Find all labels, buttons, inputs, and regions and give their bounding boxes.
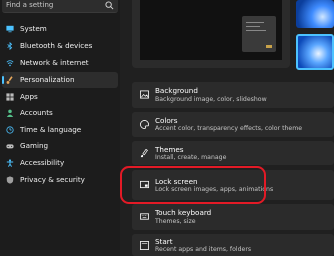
gamepad-icon	[6, 144, 14, 149]
sidebar-item-gaming[interactable]: Gaming	[2, 138, 118, 154]
setting-touch-keyboard[interactable]: Touch keyboard Themes, size	[132, 204, 334, 230]
apps-icon	[6, 93, 14, 101]
background-thumbnail-selected[interactable]	[296, 34, 334, 70]
sidebar-item-label: Network & internet	[20, 58, 89, 67]
brush-icon	[140, 149, 148, 158]
sidebar-item-system[interactable]: System	[2, 21, 118, 37]
sidebar-item-label: Time & language	[20, 125, 82, 134]
preview-window	[242, 16, 276, 52]
sidebar-item-label: System	[20, 24, 47, 33]
sidebar-item-label: Bluetooth & devices	[20, 41, 93, 50]
keyboard-icon	[140, 213, 149, 220]
bluetooth-icon	[7, 42, 13, 50]
image-icon	[140, 90, 149, 99]
sidebar-item-time-language[interactable]: Time & language	[2, 122, 118, 138]
clock-globe-icon	[6, 126, 14, 134]
setting-colors[interactable]: Colors Accent color, transparency effect…	[132, 112, 334, 137]
person-icon	[6, 109, 14, 117]
sidebar-item-network[interactable]: Network & internet	[2, 55, 118, 71]
sidebar-item-label: Gaming	[20, 141, 49, 150]
search-input[interactable]: Find a setting	[2, 0, 118, 13]
wifi-icon	[6, 60, 14, 67]
setting-background[interactable]: Background Background image, color, slid…	[132, 82, 334, 108]
search-icon	[105, 1, 114, 10]
sidebar: Find a setting System Bluetooth & device…	[0, 0, 120, 250]
lock-screen-highlight-annotation	[120, 166, 266, 204]
setting-title: Start	[155, 237, 173, 246]
sidebar-item-bluetooth[interactable]: Bluetooth & devices	[2, 38, 118, 54]
sidebar-item-label: Accessibility	[20, 158, 65, 167]
monitor-icon	[6, 25, 14, 33]
setting-title: Background	[155, 86, 198, 95]
sidebar-item-label: Privacy & security	[20, 175, 85, 184]
setting-title: Touch keyboard	[155, 208, 212, 217]
sidebar-item-apps[interactable]: Apps	[2, 89, 118, 105]
accessibility-icon	[6, 159, 14, 167]
setting-subtitle: Background image, color, slideshow	[155, 96, 267, 103]
sidebar-item-accessibility[interactable]: Accessibility	[2, 155, 118, 171]
paintbrush-icon	[6, 76, 13, 84]
sidebar-item-accounts[interactable]: Accounts	[2, 105, 118, 121]
preview-desktop	[140, 0, 282, 60]
palette-icon	[140, 120, 149, 129]
theme-preview	[132, 0, 290, 68]
background-thumbnail[interactable]	[296, 0, 334, 28]
sidebar-item-personalization[interactable]: Personalization	[2, 72, 118, 88]
setting-title: Themes	[155, 145, 184, 154]
start-icon	[140, 241, 149, 250]
main-content: Background Background image, color, slid…	[120, 0, 334, 256]
setting-start[interactable]: Start Recent apps and items, folders	[132, 234, 334, 256]
sidebar-item-label: Personalization	[20, 75, 75, 84]
setting-subtitle: Accent color, transparency effects, colo…	[155, 125, 303, 132]
setting-subtitle: Install, create, manage	[155, 154, 227, 161]
shield-icon	[6, 176, 14, 184]
sidebar-item-label: Apps	[20, 92, 38, 101]
setting-title: Colors	[155, 116, 178, 125]
sidebar-item-privacy-security[interactable]: Privacy & security	[2, 172, 118, 188]
setting-subtitle: Themes, size	[155, 218, 196, 225]
setting-themes[interactable]: Themes Install, create, manage	[132, 141, 334, 165]
search-placeholder: Find a setting	[6, 1, 54, 9]
sidebar-item-label: Accounts	[20, 108, 53, 117]
